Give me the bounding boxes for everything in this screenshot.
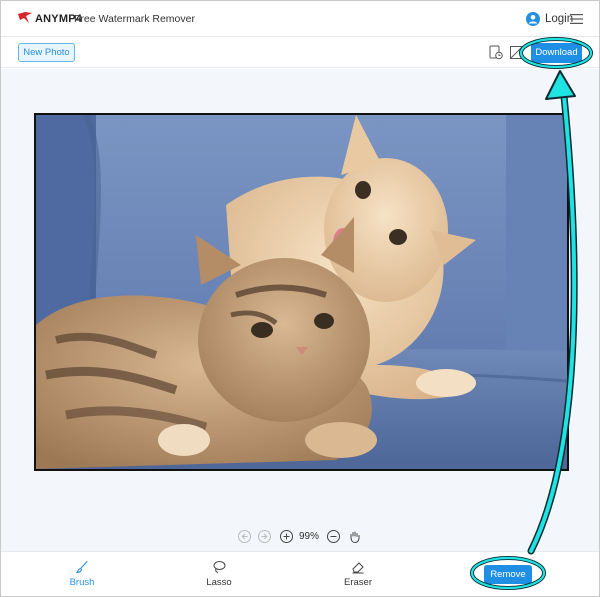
top-toolbar: New Photo Download xyxy=(1,38,599,68)
brush-tool[interactable]: Brush xyxy=(52,560,112,592)
login-link[interactable]: Login xyxy=(545,13,573,25)
zoom-out-icon[interactable] xyxy=(327,530,340,543)
logo-icon xyxy=(18,12,32,23)
eraser-tool[interactable]: Eraser xyxy=(328,560,388,592)
menu-icon[interactable] xyxy=(570,13,583,25)
bottom-toolbar: Brush Lasso Eraser Remove xyxy=(1,551,599,596)
product-name: Free Watermark Remover xyxy=(74,13,195,25)
hand-icon[interactable] xyxy=(348,530,361,543)
lasso-icon xyxy=(213,561,226,573)
download-button[interactable]: Download xyxy=(531,43,582,63)
eraser-icon xyxy=(352,562,364,574)
canvas-workspace: 99% xyxy=(1,69,599,551)
user-icon[interactable] xyxy=(526,12,540,26)
undo-icon[interactable] xyxy=(238,530,251,543)
brush-label: Brush xyxy=(69,577,95,588)
remove-button[interactable]: Remove xyxy=(484,565,532,584)
history-icon[interactable] xyxy=(489,45,503,60)
compare-icon[interactable] xyxy=(510,46,523,59)
kittens-photo xyxy=(36,115,567,469)
zoom-level: 99% xyxy=(299,531,320,542)
eraser-label: Eraser xyxy=(344,577,372,588)
redo-icon[interactable] xyxy=(258,530,271,543)
app-window: ANYMP4 Free Watermark Remover Login New … xyxy=(0,0,600,597)
new-photo-button[interactable]: New Photo xyxy=(18,43,75,62)
header-bar: ANYMP4 Free Watermark Remover Login xyxy=(1,1,599,37)
lasso-tool[interactable]: Lasso xyxy=(189,560,249,592)
zoom-in-icon[interactable] xyxy=(280,530,293,543)
photo-canvas[interactable] xyxy=(34,113,569,471)
zoom-controls: 99% xyxy=(1,528,599,546)
lasso-label: Lasso xyxy=(206,577,232,588)
brush-icon xyxy=(75,560,88,574)
